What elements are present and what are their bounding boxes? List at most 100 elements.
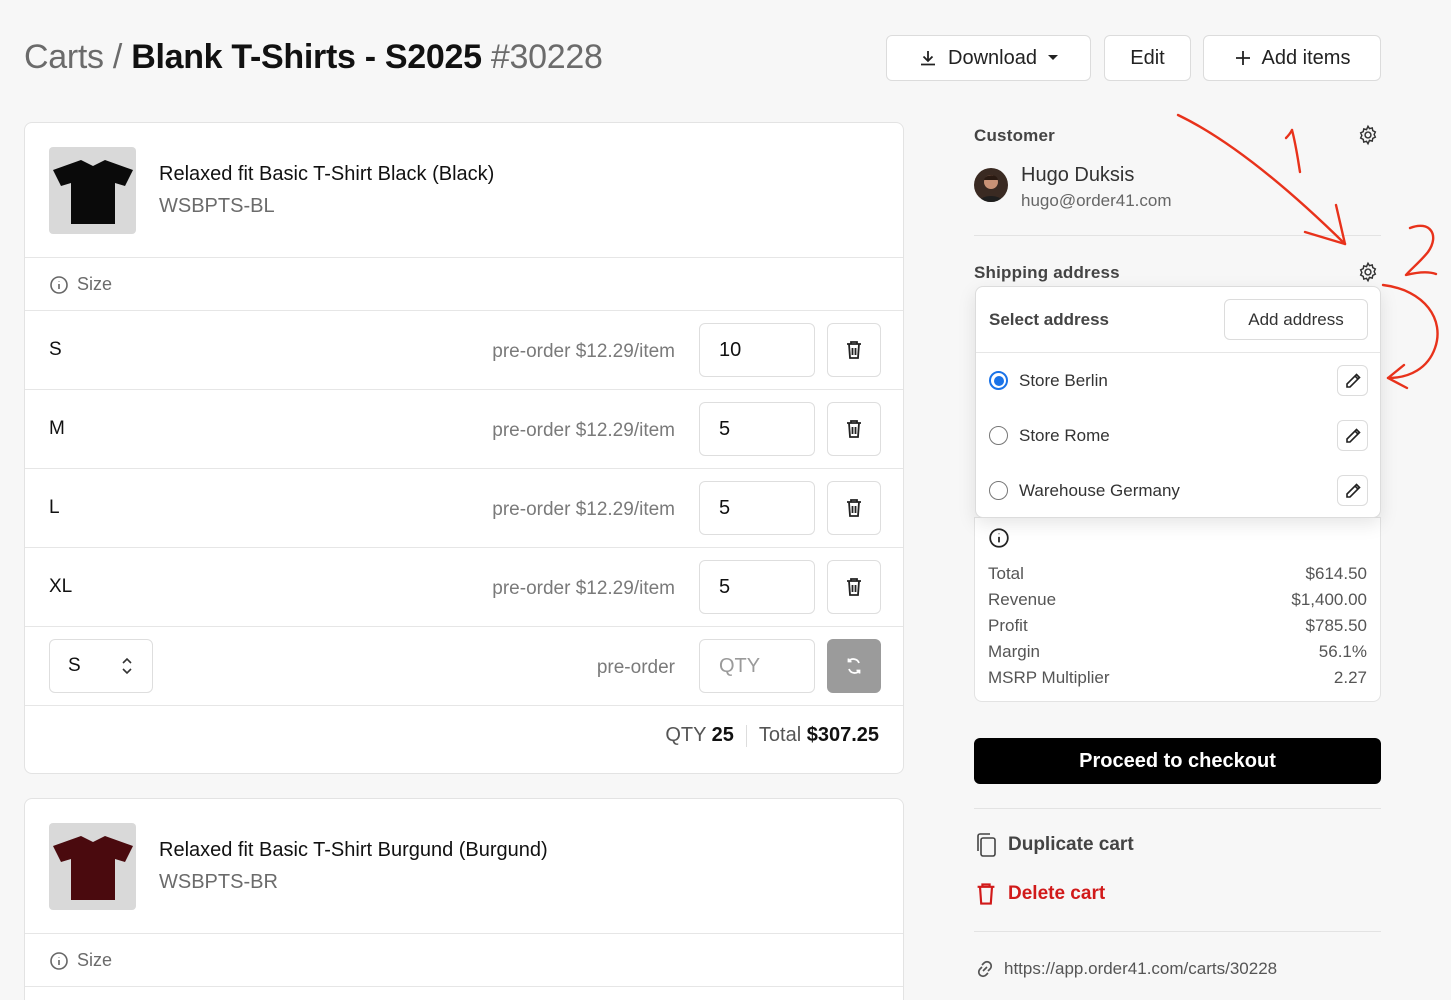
address-option-label: Warehouse Germany [1019,481,1180,500]
edit-address-button[interactable] [1337,365,1368,396]
product-thumbnail[interactable] [49,147,136,234]
trash-icon [847,341,861,359]
copy-icon [977,833,996,857]
edit-button[interactable]: Edit [1104,35,1191,81]
customer-settings-gear-icon[interactable] [1357,124,1379,146]
quantity-input[interactable]: 10 [699,323,815,377]
quantity-input[interactable]: 5 [699,402,815,456]
cart-link[interactable]: https://app.order41.com/carts/30228 [974,958,1277,980]
trash-icon [847,499,861,517]
address-option-label: Store Rome [1019,426,1110,445]
delete-variant-button[interactable] [827,560,881,614]
variant-price: pre-order $12.29/item [492,499,675,520]
summary-value: $785.50 [1305,616,1367,635]
variant-price: pre-order $12.29/item [492,578,675,599]
variant-size: S [49,339,62,360]
product-thumbnail[interactable] [49,823,136,910]
annotation-arrow-1 [1176,113,1347,246]
radio-unselected[interactable] [989,481,1008,500]
breadcrumb-separator: / [112,38,123,76]
annotation-number-1 [1284,128,1302,174]
size-select-value: S [68,655,81,676]
breadcrumb-carts[interactable]: Carts [24,38,104,76]
product-sku: WSBPTS-BL [159,195,275,217]
variant-row: M pre-order $12.29/item 5 [25,390,903,469]
add-address-button[interactable]: Add address [1224,299,1368,340]
trash-icon [847,420,861,438]
customer-name[interactable]: Hugo Duksis [1021,164,1134,187]
cart-name: Blank T-Shirts - S2025 [131,38,482,76]
divider [974,808,1381,809]
shipping-address-label: Shipping address [974,263,1120,282]
annotation-arrowhead-1 [1303,203,1347,246]
product-name: Relaxed fit Basic T-Shirt Burgund (Burgu… [159,839,548,861]
total-label: Total [758,724,802,746]
card-totals: QTY 25 Total $307.25 [25,706,903,771]
duplicate-cart-label: Duplicate cart [1008,834,1134,855]
download-label: Download [948,46,1037,69]
add-variant-button[interactable] [827,639,881,693]
summary-value: $1,400.00 [1291,590,1367,609]
size-select[interactable]: S [49,639,153,693]
cart-url: https://app.order41.com/carts/30228 [1004,959,1278,978]
download-button[interactable]: Download [886,35,1091,81]
add-variant-price: pre-order [596,657,675,678]
radio-unselected[interactable] [989,426,1008,445]
address-popover: Select address Add address Store Berlin … [975,286,1381,518]
summary-label: Profit [988,616,1028,635]
summary-value: 56.1% [1318,642,1367,661]
quantity-input[interactable]: 5 [699,560,815,614]
qty-label: QTY [665,724,707,746]
product-header: Relaxed fit Basic T-Shirt Black (Black) … [25,123,903,258]
summary-value: $614.50 [1305,564,1367,583]
plus-icon [1235,51,1250,65]
popover-header: Select address Add address [976,287,1380,353]
customer-label: Customer [974,126,1055,145]
annotation-number-2 [1404,224,1438,277]
tshirt-icon [52,835,133,900]
cart-number: #30228 [490,38,603,76]
customer-email: hugo@order41.com [1021,191,1172,210]
total-value: $307.25 [806,724,879,746]
variant-row: XL pre-order $12.29/item 5 [25,548,903,627]
radio-selected[interactable] [989,371,1008,390]
link-icon [977,960,993,978]
annotation-arrowhead-2 [1386,363,1409,390]
trash-icon [977,883,995,905]
product-card: Relaxed fit Basic T-Shirt Black (Black) … [24,122,904,774]
new-quantity-input[interactable]: QTY [699,639,815,693]
address-option[interactable]: Store Berlin [976,353,1380,408]
variant-size: M [49,418,65,439]
proceed-to-checkout-button[interactable]: Proceed to checkout [974,738,1381,784]
address-option[interactable]: Warehouse Germany [976,463,1380,517]
edit-label: Edit [1130,46,1165,69]
delete-variant-button[interactable] [827,323,881,377]
edit-address-button[interactable] [1337,420,1368,451]
delete-cart-label: Delete cart [1008,883,1106,904]
add-items-button[interactable]: Add items [1203,35,1381,81]
variant-row: L pre-order $12.29/item 5 [25,469,903,548]
address-option-label: Store Berlin [1019,371,1108,390]
delete-variant-button[interactable] [827,481,881,535]
divider [974,931,1381,932]
info-icon[interactable] [988,527,1010,549]
duplicate-cart-button[interactable]: Duplicate cart [974,832,1134,858]
updown-chevron-icon [122,657,132,675]
trash-icon [847,578,861,596]
delete-cart-button[interactable]: Delete cart [974,882,1105,906]
quantity-input[interactable]: 5 [699,481,815,535]
product-sku: WSBPTS-BR [159,871,278,893]
address-option[interactable]: Store Rome [976,408,1380,463]
cart-summary: Total $614.50 Revenue $1,400.00 Profit $785… [974,517,1381,702]
tshirt-icon [52,159,133,224]
variant-price: pre-order $12.29/item [492,341,675,362]
shipping-settings-gear-icon[interactable] [1357,261,1379,283]
delete-variant-button[interactable] [827,402,881,456]
edit-address-button[interactable] [1337,475,1368,506]
pencil-icon [1345,482,1361,498]
pencil-icon [1345,427,1361,443]
page-title: Carts / Blank T-Shirts - S2025 #30228 [24,38,603,77]
annotation-arrow-2 [1381,283,1439,380]
info-icon [50,275,68,294]
summary-label: Revenue [988,590,1057,609]
